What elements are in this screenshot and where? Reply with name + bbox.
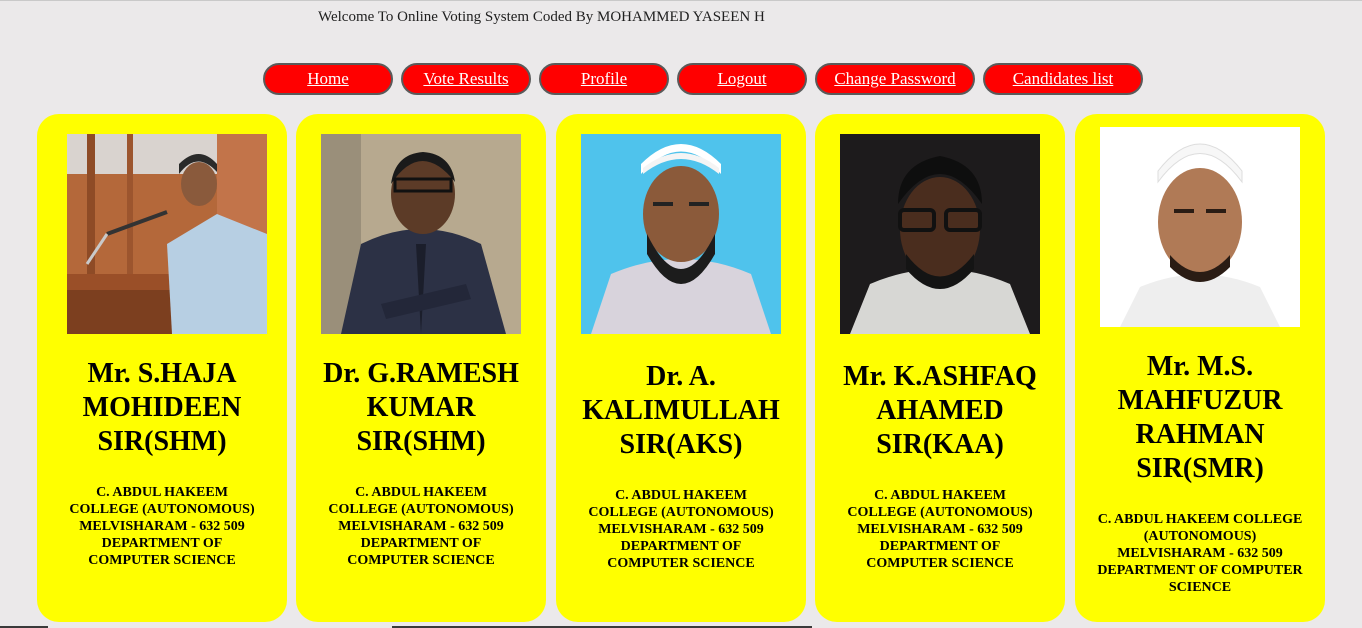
candidate-name: Dr. A. KALIMULLAH SIR(AKS) [582, 361, 780, 460]
change-password-button[interactable]: Change Password [815, 63, 975, 95]
college-name: C. ABDUL HAKEEM COLLEGE (AUTONOMOUS) [847, 488, 1033, 520]
candidate-card[interactable]: Mr. S.HAJA MOHIDEEN SIR(SHM) C. ABDUL HA… [37, 114, 287, 622]
department-name: DEPARTMENT OF COMPUTER SCIENCE [347, 536, 495, 568]
candidate-card[interactable]: Dr. G.RAMESH KUMAR SIR(SHM) C. ABDUL HAK… [296, 114, 546, 622]
home-button[interactable]: Home [263, 63, 393, 95]
candidate-affiliation: C. ABDUL HAKEEM COLLEGE (AUTONOMOUS) MEL… [326, 484, 516, 569]
candidate-name: Mr. M.S. MAHFUZUR RAHMAN SIR(SMR) [1117, 351, 1283, 484]
candidate-affiliation: C. ABDUL HAKEEM COLLEGE (AUTONOMOUS) MEL… [67, 484, 257, 569]
college-location: MELVISHARAM - 632 509 [79, 519, 245, 534]
welcome-text: Welcome To Online Voting System Coded By… [318, 9, 765, 25]
candidate-photo [1100, 127, 1300, 327]
candidate-name: Mr. S.HAJA MOHIDEEN SIR(SHM) [82, 358, 242, 457]
college-name: C. ABDUL HAKEEM COLLEGE (AUTONOMOUS) [1097, 512, 1303, 544]
college-name: C. ABDUL HAKEEM COLLEGE (AUTONOMOUS) [69, 485, 255, 517]
department-name: DEPARTMENT OF COMPUTER SCIENCE [1097, 563, 1303, 595]
candidate-photo [840, 134, 1040, 334]
candidate-name: Mr. K.ASHFAQ AHAMED SIR(KAA) [843, 361, 1037, 460]
candidate-affiliation: C. ABDUL HAKEEM COLLEGE (AUTONOMOUS) MEL… [586, 487, 776, 572]
candidate-photo [321, 134, 521, 334]
top-divider [0, 0, 1362, 1]
college-name: C. ABDUL HAKEEM COLLEGE (AUTONOMOUS) [328, 485, 514, 517]
college-location: MELVISHARAM - 632 509 [857, 522, 1023, 537]
candidates-list-button[interactable]: Candidates list [983, 63, 1143, 95]
profile-button[interactable]: Profile [539, 63, 669, 95]
college-location: MELVISHARAM - 632 509 [338, 519, 504, 534]
vote-results-button[interactable]: Vote Results [401, 63, 531, 95]
candidate-affiliation: C. ABDUL HAKEEM COLLEGE (AUTONOMOUS) MEL… [1087, 511, 1313, 596]
candidate-photo [581, 134, 781, 334]
candidate-photo [67, 134, 267, 334]
candidate-affiliation: C. ABDUL HAKEEM COLLEGE (AUTONOMOUS) MEL… [845, 487, 1035, 572]
department-name: DEPARTMENT OF COMPUTER SCIENCE [607, 539, 755, 571]
department-name: DEPARTMENT OF COMPUTER SCIENCE [88, 536, 236, 568]
candidate-name: Dr. G.RAMESH KUMAR SIR(SHM) [323, 358, 519, 457]
college-location: MELVISHARAM - 632 509 [598, 522, 764, 537]
candidate-card[interactable]: Mr. M.S. MAHFUZUR RAHMAN SIR(SMR) C. ABD… [1075, 114, 1325, 622]
candidate-card[interactable]: Mr. K.ASHFAQ AHAMED SIR(KAA) C. ABDUL HA… [815, 114, 1065, 622]
department-name: DEPARTMENT OF COMPUTER SCIENCE [866, 539, 1014, 571]
college-name: C. ABDUL HAKEEM COLLEGE (AUTONOMOUS) [588, 488, 774, 520]
college-location: MELVISHARAM - 632 509 [1117, 546, 1283, 561]
logout-button[interactable]: Logout [677, 63, 807, 95]
candidate-card[interactable]: Dr. A. KALIMULLAH SIR(AKS) C. ABDUL HAKE… [556, 114, 806, 622]
